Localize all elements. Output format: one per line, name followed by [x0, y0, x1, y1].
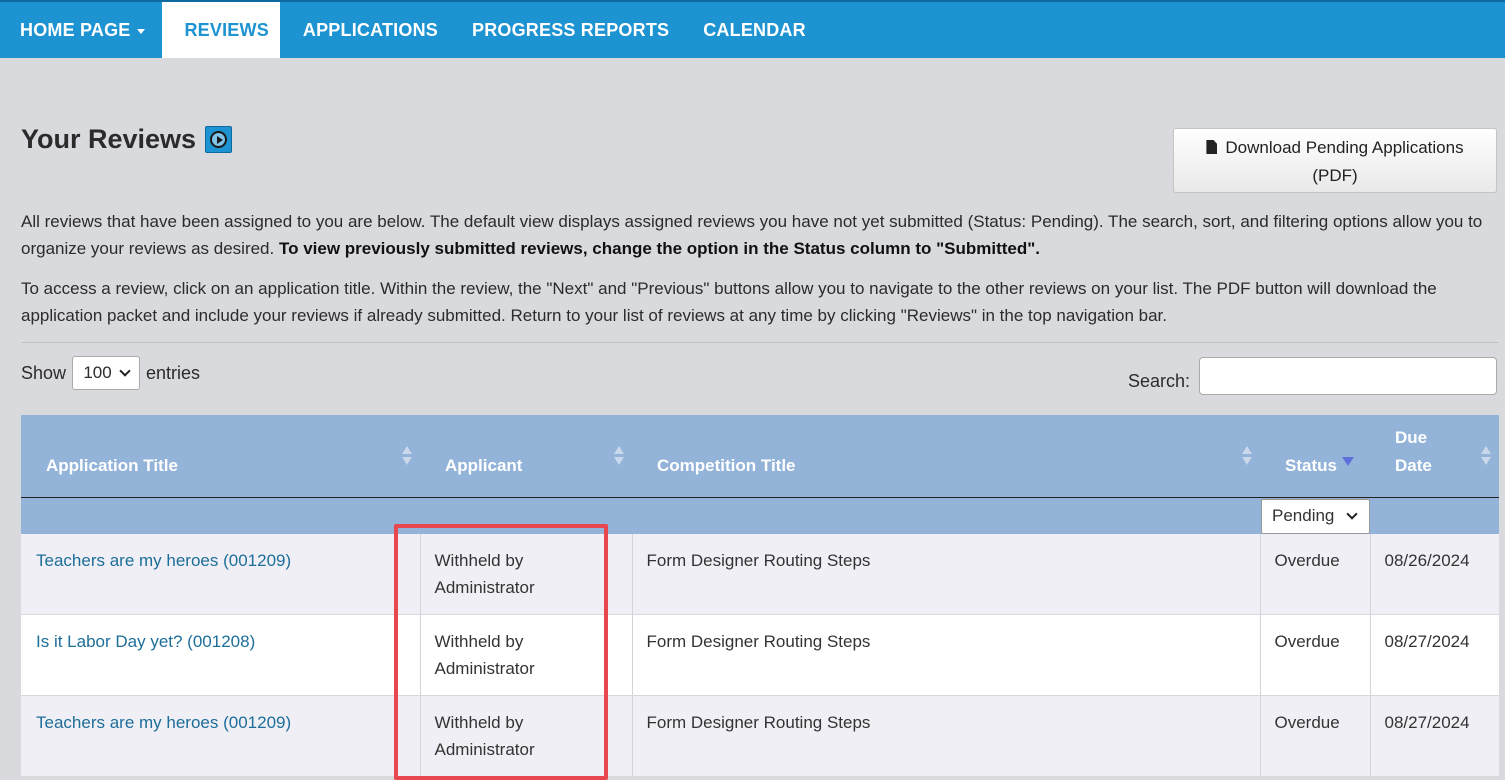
download-pending-pdf-button[interactable]: Download Pending Applications (PDF) [1173, 128, 1497, 193]
search-input[interactable] [1199, 357, 1497, 395]
entries-label: entries [146, 362, 201, 383]
reviews-table: Application Title Applicant Competition … [21, 415, 1499, 777]
cell-applicant: Withheld by Administrator [419, 614, 632, 696]
top-navigation-bar: HOME PAGE REVIEWS APPLICATIONS PROGRESS … [0, 0, 1505, 58]
cell-applicant: Withheld by Administrator [419, 695, 632, 777]
cell-due-date: 08/27/2024 [1369, 695, 1499, 777]
header-applicant[interactable]: Applicant [420, 415, 632, 498]
entries-length-control: Show 100 entries [21, 356, 200, 390]
sort-desc-icon [1342, 457, 1354, 466]
applicant-line2: Administrator [434, 578, 535, 597]
play-video-icon[interactable] [205, 126, 233, 153]
cell-competition-title: Form Designer Routing Steps [631, 695, 1260, 777]
header-due-date-line2: Date [1395, 455, 1432, 475]
table-row: Teachers are my heroes (001209) Withheld… [21, 534, 1499, 615]
header-due-date-line1: Due [1395, 427, 1428, 447]
cell-status: Overdue [1259, 614, 1370, 696]
cell-due-date: 08/26/2024 [1369, 534, 1499, 615]
file-icon [1206, 140, 1218, 154]
nav-progress-reports[interactable]: PROGRESS REPORTS [455, 2, 686, 58]
cell-applicant: Withheld by Administrator [419, 534, 632, 615]
nav-applications[interactable]: APPLICATIONS [286, 2, 455, 58]
caret-down-icon [137, 28, 146, 34]
header-competition-title[interactable]: Competition Title [632, 415, 1260, 498]
header-status[interactable]: Status [1260, 415, 1370, 498]
applicant-line1: Withheld by [434, 632, 524, 651]
intro-1-bold: To view previously submitted reviews, ch… [278, 239, 1041, 258]
cell-status: Overdue [1259, 695, 1370, 777]
header-competition-title-text: Competition Title [657, 455, 796, 475]
download-label-line2: (PDF) [1312, 166, 1358, 185]
sort-icon [614, 446, 624, 466]
intro-paragraph-2: To access a review, click on an applicat… [21, 279, 1437, 325]
application-title-link[interactable]: Teachers are my heroes (001209) [36, 551, 291, 570]
filter-row: Pending [21, 497, 1499, 534]
table-row: Teachers are my heroes (001209) Withheld… [21, 695, 1499, 777]
table-row: Is it Labor Day yet? (001208) Withheld b… [21, 614, 1499, 696]
header-status-text: Status [1285, 455, 1337, 475]
table-header-row: Application Title Applicant Competition … [21, 415, 1499, 498]
intro-paragraph-1: All reviews that have been assigned to y… [21, 208, 1496, 262]
download-label-line1: Download Pending Applications [1225, 138, 1464, 157]
cell-application-title: Teachers are my heroes (001209) [21, 695, 420, 777]
applicant-line1: Withheld by [434, 713, 524, 732]
nav-home-page[interactable]: HOME PAGE [0, 2, 162, 58]
cell-competition-title: Form Designer Routing Steps [631, 534, 1260, 615]
entries-select[interactable]: 100 [72, 356, 141, 390]
sort-icon [1481, 446, 1491, 466]
nav-reviews[interactable]: REVIEWS [162, 2, 280, 58]
nav-home-label: HOME PAGE [20, 19, 131, 40]
chevron-down-icon [1346, 508, 1359, 520]
cell-application-title: Is it Labor Day yet? (001208) [21, 614, 420, 696]
cell-application-title: Teachers are my heroes (001209) [21, 534, 420, 615]
applicant-line2: Administrator [434, 740, 535, 759]
header-application-title-text: Application Title [46, 455, 178, 475]
page-title: Your Reviews [21, 124, 233, 155]
divider [21, 342, 1499, 343]
applicant-line2: Administrator [434, 659, 535, 678]
cell-competition-title: Form Designer Routing Steps [631, 614, 1260, 696]
nav-calendar[interactable]: CALENDAR [686, 2, 823, 58]
cell-status: Overdue [1259, 534, 1370, 615]
applicant-line1: Withheld by [434, 551, 524, 570]
page-title-text: Your Reviews [21, 124, 197, 154]
sort-icon [402, 446, 412, 466]
header-applicant-text: Applicant [445, 455, 523, 475]
cell-due-date: 08/27/2024 [1369, 614, 1499, 696]
application-title-link[interactable]: Is it Labor Day yet? (001208) [36, 632, 255, 651]
show-label: Show [21, 362, 67, 383]
header-application-title[interactable]: Application Title [21, 415, 420, 498]
application-title-link[interactable]: Teachers are my heroes (001209) [36, 713, 291, 732]
sort-icon [1242, 446, 1252, 466]
search-label: Search: [1128, 371, 1191, 391]
entries-select-value: 100 [83, 363, 112, 382]
chevron-down-icon [119, 365, 131, 377]
status-filter-value: Pending [1272, 506, 1335, 526]
status-filter-select[interactable]: Pending [1261, 498, 1370, 534]
header-due-date[interactable]: Due Date [1370, 415, 1499, 498]
